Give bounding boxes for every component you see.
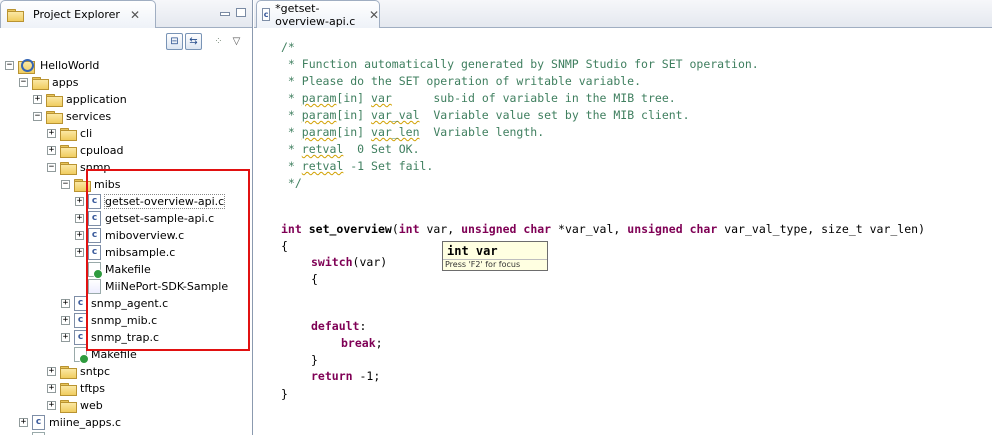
expand-icon[interactable]: +	[47, 401, 56, 410]
code-line: {	[281, 239, 288, 253]
tree-item-label: sntpc	[80, 365, 111, 378]
tree-item[interactable]: + cli	[47, 125, 92, 142]
code-area[interactable]: /* * Function automatically generated by…	[254, 29, 992, 435]
expand-icon[interactable]: +	[75, 197, 84, 206]
tree-item[interactable]: + cpuload	[47, 142, 124, 159]
code-line: * retval 0 Set OK.	[281, 142, 420, 156]
tree-item-label: application	[66, 93, 127, 106]
code-line: * param[in] var sub-id of variable in th…	[281, 91, 676, 105]
collapse-all-icon[interactable]: ⊟	[166, 33, 183, 50]
tree-item[interactable]: − HelloWorld	[5, 57, 99, 74]
tab-project-explorer[interactable]: Project Explorer ✕	[0, 0, 156, 28]
close-icon[interactable]: ✕	[369, 8, 379, 22]
tree-item-label: web	[80, 399, 103, 412]
link-with-editor-icon[interactable]: ⇆	[185, 33, 202, 50]
tree-item[interactable]: − services	[33, 108, 111, 125]
folder-icon	[46, 110, 63, 124]
expand-icon[interactable]: +	[75, 231, 84, 240]
tab-project-explorer-label: Project Explorer	[33, 8, 120, 21]
tree-item[interactable]: + c miine_apps.c	[19, 414, 121, 431]
tree-item-label: tftps	[80, 382, 106, 395]
expand-icon[interactable]: +	[47, 129, 56, 138]
folder-icon	[60, 382, 77, 396]
code-line: * Please do the SET operation of writabl…	[281, 74, 642, 88]
explorer-toolbar: ⊟ ⇆ ⁘ ▽	[0, 29, 252, 55]
tree-item[interactable]: + sntpc	[47, 363, 110, 380]
maximize-view-icon[interactable]	[236, 8, 246, 17]
folder-icon	[60, 365, 77, 379]
expand-icon[interactable]: +	[61, 316, 70, 325]
code-line: }	[281, 387, 288, 401]
tree-item[interactable]: + web	[47, 397, 103, 414]
code-line: default:	[311, 319, 367, 333]
explorer-tabbar: Project Explorer ✕	[0, 0, 252, 28]
minimize-view-icon[interactable]	[220, 12, 230, 16]
tree-item[interactable]: + tftps	[47, 380, 105, 397]
expand-icon[interactable]: +	[61, 333, 70, 342]
code-line: return -1;	[311, 369, 381, 383]
folder-icon	[60, 399, 77, 413]
close-icon[interactable]: ✕	[130, 8, 140, 22]
tab-getset-overview-api[interactable]: c *getset-overview-api.c ✕	[256, 0, 380, 28]
code-line: * retval -1 Set fail.	[281, 159, 434, 173]
tree-item[interactable]: Makefile	[19, 431, 95, 435]
filters-icon[interactable]: ⁘	[210, 33, 227, 50]
expand-icon[interactable]: +	[47, 367, 56, 376]
collapse-icon[interactable]: −	[61, 180, 70, 189]
project-explorer-panel: Project Explorer ✕ ⊟ ⇆ ⁘ ▽ − HelloWorld − a…	[0, 0, 253, 435]
function-signature-line: int set_overview(int var, unsigned char …	[281, 222, 925, 236]
code-line: */	[281, 176, 302, 190]
expand-icon[interactable]: +	[19, 418, 28, 427]
expand-icon[interactable]: +	[47, 384, 56, 393]
c-file-icon: c	[262, 8, 271, 21]
tree-item-label: cli	[80, 127, 93, 140]
project-explorer-icon	[7, 8, 24, 22]
code-line: }	[311, 353, 318, 367]
collapse-icon[interactable]: −	[47, 163, 56, 172]
tree-item-label: services	[66, 110, 112, 123]
folder-icon	[32, 76, 49, 90]
editor-tabbar: c *getset-overview-api.c ✕	[254, 0, 992, 28]
collapse-icon[interactable]: −	[5, 61, 14, 70]
project-icon	[18, 58, 36, 74]
tree-item-label: miine_apps.c	[49, 416, 122, 429]
expand-icon[interactable]: +	[75, 214, 84, 223]
expand-icon[interactable]: +	[47, 146, 56, 155]
code-line: /*	[281, 40, 295, 54]
folder-icon	[46, 93, 63, 107]
view-menu-icon[interactable]: ▽	[228, 33, 245, 50]
hover-hint: Press 'F2' for focus	[443, 259, 547, 270]
tree-item-label: HelloWorld	[40, 59, 100, 72]
folder-icon	[60, 161, 77, 175]
code-line: * Function automatically generated by SN…	[281, 57, 759, 71]
code-line: break;	[341, 336, 383, 350]
highlight-box	[86, 169, 250, 351]
collapse-icon[interactable]: −	[33, 112, 42, 121]
tree-item[interactable]: + application	[33, 91, 127, 108]
c-file-icon: c	[32, 415, 45, 430]
code-line: {	[311, 272, 318, 286]
collapse-icon[interactable]: −	[19, 78, 28, 87]
hover-tooltip[interactable]: int var Press 'F2' for focus	[442, 241, 548, 271]
tree-item-label: cpuload	[80, 144, 124, 157]
hover-signature: int var	[447, 244, 498, 258]
folder-icon	[60, 144, 77, 158]
code-line: * param[in] var_val Variable value set b…	[281, 108, 690, 122]
expand-icon[interactable]: +	[61, 299, 70, 308]
folder-icon	[60, 127, 77, 141]
expand-icon[interactable]: +	[33, 95, 42, 104]
tree-item[interactable]: − apps	[19, 74, 78, 91]
code-editor: c *getset-overview-api.c ✕ /* * Function…	[254, 0, 992, 435]
editor-tab-label: *getset-overview-api.c	[275, 1, 356, 28]
expand-icon[interactable]: +	[75, 248, 84, 257]
code-line: * param[in] var_len Variable length.	[281, 125, 545, 139]
code-line: switch(var)	[311, 255, 388, 269]
tree-item-label: apps	[52, 76, 79, 89]
